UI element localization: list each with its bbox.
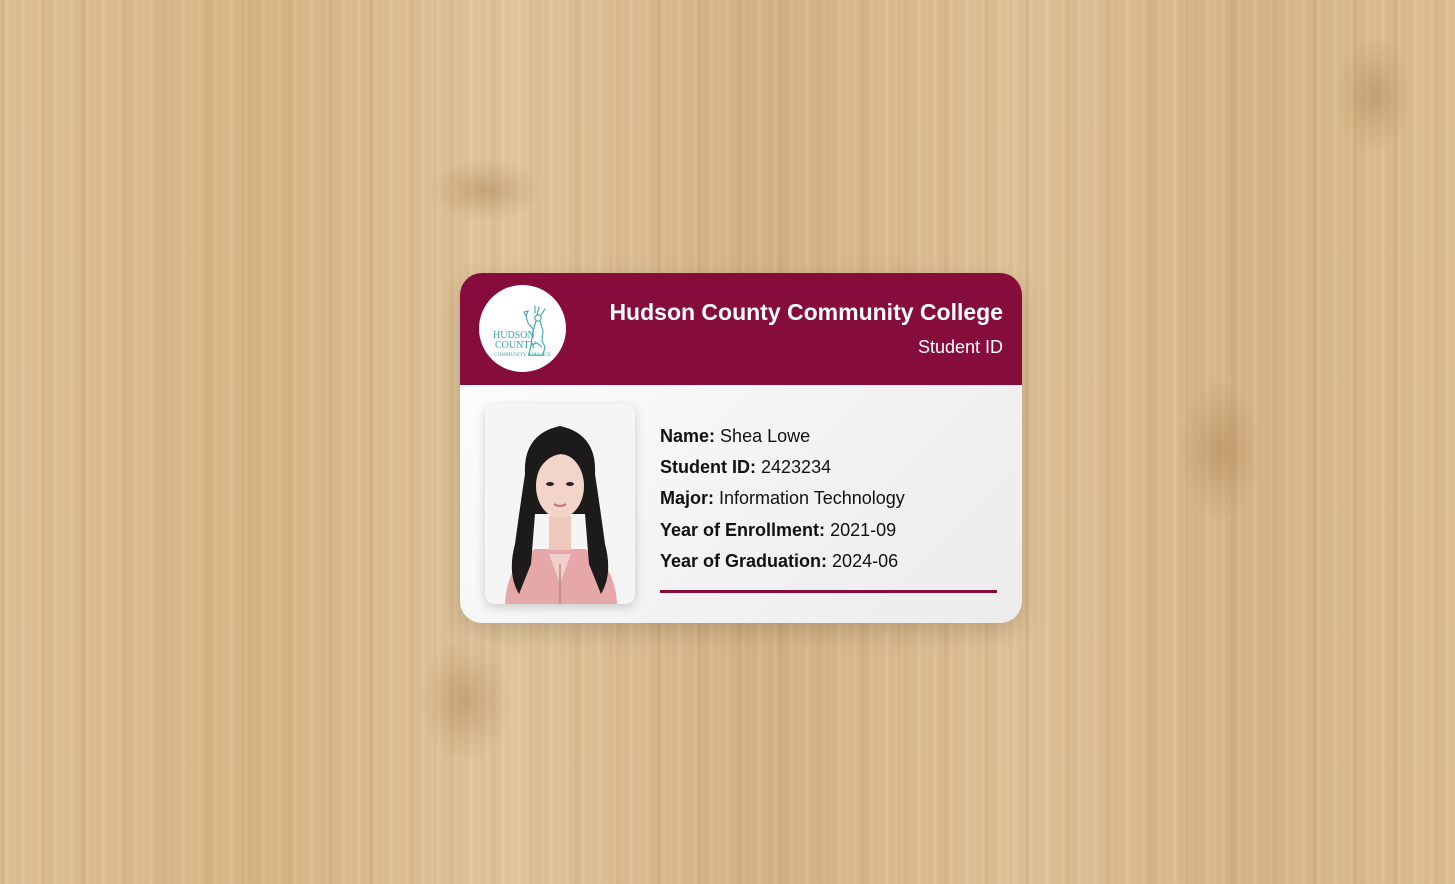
- college-logo: HUDSON COUNTY COMMUNITY COLLEGE: [479, 285, 566, 372]
- card-type-label: Student ID: [917, 337, 1003, 357]
- card-header: HUDSON COUNTY COMMUNITY COLLEGE Hudson C…: [460, 273, 1022, 385]
- student-id-label: Student ID:: [660, 457, 756, 478]
- student-id-card: HUDSON COUNTY COMMUNITY COLLEGE Hudson C…: [460, 273, 1022, 623]
- svg-text:COUNTY: COUNTY: [495, 340, 537, 351]
- student-photo: [485, 404, 635, 604]
- svg-text:COMMUNITY COLLEGE: COMMUNITY COLLEGE: [494, 352, 551, 358]
- graduation-row: Year of Graduation: 2024-06: [660, 546, 1000, 577]
- major-value: Information Technology: [719, 488, 905, 509]
- enrollment-label: Year of Enrollment:: [660, 519, 826, 540]
- graduation-label: Year of Graduation:: [660, 550, 828, 571]
- wood-grain-knot: [420, 640, 510, 760]
- enrollment-row: Year of Enrollment: 2021-09: [660, 515, 1000, 546]
- wood-grain-knot: [1340, 40, 1410, 150]
- wood-grain-knot: [1180, 380, 1260, 520]
- college-name: Hudson County Community College: [609, 299, 1003, 325]
- enrollment-value: 2021-09: [830, 519, 897, 540]
- student-id-row: Student ID: 2423234: [660, 452, 1000, 483]
- major-row: Major: Information Technology: [660, 483, 1000, 514]
- student-info: Name: Shea Lowe Student ID: 2423234 Majo…: [660, 421, 1000, 577]
- info-divider: [660, 590, 997, 593]
- graduation-value: 2024-06: [832, 550, 899, 571]
- wood-grain-knot: [430, 160, 540, 220]
- student-portrait-icon: [485, 404, 635, 604]
- name-value: Shea Lowe: [720, 426, 811, 446]
- statue-of-liberty-logo-icon: HUDSON COUNTY COMMUNITY COLLEGE: [493, 305, 551, 358]
- major-label: Major:: [660, 488, 714, 509]
- name-label: Name:: [660, 426, 716, 446]
- name-row: Name: Shea Lowe: [660, 421, 1000, 452]
- student-id-value: 2423234: [761, 457, 832, 478]
